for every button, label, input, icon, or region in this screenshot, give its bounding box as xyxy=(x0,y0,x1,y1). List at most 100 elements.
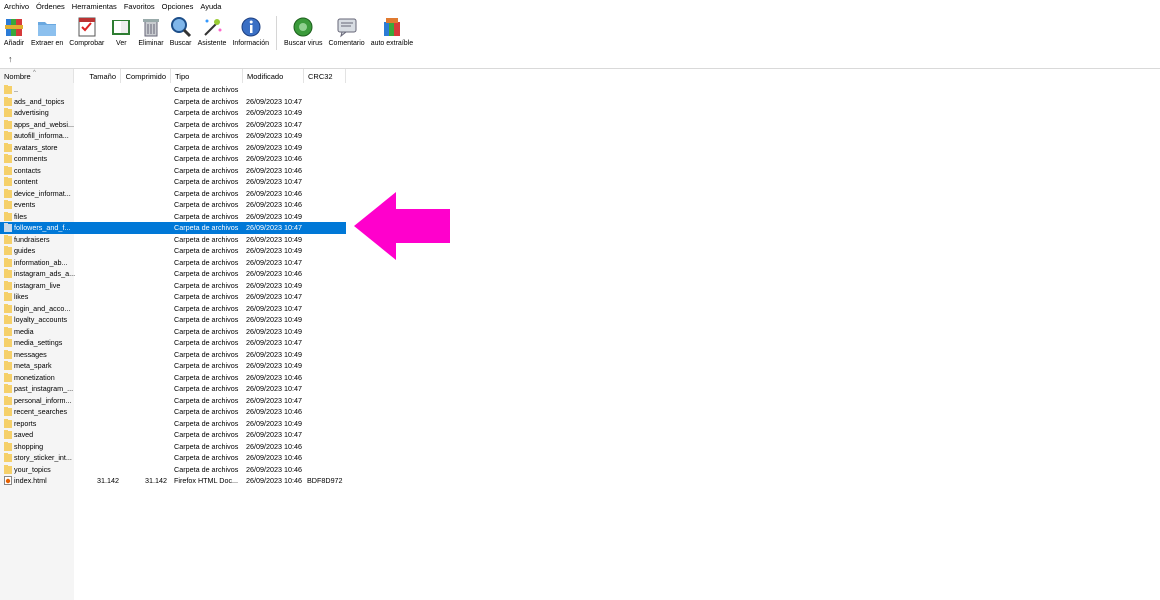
toolbar-button-sfx-archive[interactable]: auto extraíble xyxy=(368,13,416,47)
toolbar-button-extract-folder[interactable]: Extraer en xyxy=(28,13,66,47)
cell-type: Carpeta de archivos xyxy=(174,177,239,186)
table-row[interactable]: avatars_store Carpeta de archivos 26/09/20… xyxy=(0,142,346,154)
cell-modified: 26/09/2023 10:49 xyxy=(246,131,302,140)
cell-crc xyxy=(307,107,345,119)
view-book-icon xyxy=(112,20,131,35)
toolbar-button-view-book[interactable]: Ver xyxy=(107,13,135,47)
table-row[interactable]: shopping Carpeta de archivos 26/09/2023 10… xyxy=(0,441,346,453)
cell-modified: 26/09/2023 10:49 xyxy=(246,246,302,255)
table-row[interactable]: content Carpeta de archivos 26/09/2023 10:… xyxy=(0,176,346,188)
toolbar-button-info[interactable]: Información xyxy=(229,13,272,47)
column-header-size[interactable]: Tamaño xyxy=(74,69,121,83)
table-row[interactable]: fundraisers Carpeta de archivos 26/09/2023… xyxy=(0,234,346,246)
table-row[interactable]: files Carpeta de archivos 26/09/2023 10:49 xyxy=(0,211,346,223)
toolbar-button-label: auto extraíble xyxy=(370,40,414,47)
column-header-crc[interactable]: CRC32 xyxy=(304,69,346,83)
table-row[interactable]: monetization Carpeta de archivos 26/09/202… xyxy=(0,372,346,384)
folder-icon xyxy=(4,177,12,186)
cell-crc xyxy=(307,452,345,464)
folder-icon xyxy=(4,372,12,382)
menu-bar: Archivo Órdenes Herramientas Favoritos Opcio… xyxy=(0,0,1160,13)
column-header-modified[interactable]: Modificado xyxy=(243,69,304,83)
cell-packed xyxy=(121,84,167,96)
toolbar-button-trash[interactable]: Eliminar xyxy=(135,13,166,47)
cell-packed xyxy=(121,280,167,292)
cell-size xyxy=(74,441,119,453)
cell-packed xyxy=(121,257,167,269)
table-row[interactable]: index.html 31.142 31.142 Firefox HTML Doc..… xyxy=(0,475,346,487)
cell-type: Carpeta de archivos xyxy=(174,430,239,439)
table-row[interactable]: media Carpeta de archivos 26/09/2023 10:49 xyxy=(0,326,346,338)
menu-item-herramientas[interactable]: Herramientas xyxy=(68,2,120,11)
cell-name: comments xyxy=(14,154,48,163)
cell-size: 31.142 xyxy=(97,476,119,485)
table-row[interactable]: advertising Carpeta de archivos 26/09/2023… xyxy=(0,107,346,119)
cell-packed xyxy=(121,326,167,338)
table-row[interactable]: ads_and_topics Carpeta de archivos 26/09/2… xyxy=(0,96,346,108)
table-row[interactable]: meta_spark Carpeta de archivos 26/09/2023 … xyxy=(0,360,346,372)
table-row[interactable]: recent_searches Carpeta de archivos 26/09/… xyxy=(0,406,346,418)
cell-modified: 26/09/2023 10:46 xyxy=(246,441,302,451)
cell-modified: 26/09/2023 10:49 xyxy=(246,108,302,117)
toolbar-separator xyxy=(275,16,277,50)
menu-item-archivo[interactable]: Archivo xyxy=(0,2,32,11)
cell-size xyxy=(74,303,119,315)
cell-type: Carpeta de archivos xyxy=(174,303,239,313)
cell-modified: 26/09/2023 10:47 xyxy=(246,96,302,106)
column-header-name[interactable]: Nombre ^ xyxy=(0,69,74,83)
table-row[interactable]: media_settings Carpeta de archivos 26/09/2… xyxy=(0,337,346,349)
toolbar-button-add-archive[interactable]: Añadir xyxy=(0,13,28,47)
table-row[interactable]: contacts Carpeta de archivos 26/09/2023 10… xyxy=(0,165,346,177)
table-row[interactable]: reports Carpeta de archivos 26/09/2023 10:… xyxy=(0,418,346,430)
toolbar-button-magnifier[interactable]: Buscar xyxy=(167,13,195,47)
table-row[interactable]: your_topics Carpeta de archivos 26/09/2023… xyxy=(0,464,346,476)
table-row[interactable]: autofill_informa... Carpeta de archivos 26… xyxy=(0,130,346,142)
cell-crc xyxy=(307,418,345,430)
column-header-packed[interactable]: Comprimido xyxy=(121,69,171,83)
cell-name: followers_and_f... xyxy=(14,223,71,232)
toolbar-button-wizard-wand[interactable]: Asistente xyxy=(195,13,230,47)
cell-modified: 26/09/2023 10:49 xyxy=(246,418,302,428)
table-row[interactable]: device_informat... Carpeta de archivos 26/… xyxy=(0,188,346,200)
table-row[interactable]: information_ab... Carpeta de archivos 26/0… xyxy=(0,257,346,269)
cell-name: instagram_live xyxy=(14,280,61,290)
toolbar-button-test-archive[interactable]: Comprobar xyxy=(66,13,107,47)
cell-name: media_settings xyxy=(14,338,63,347)
cell-crc xyxy=(307,176,345,188)
cell-crc xyxy=(307,211,345,223)
table-row[interactable]: saved Carpeta de archivos 26/09/2023 10:47 xyxy=(0,429,346,441)
table-row[interactable]: past_instagram_... Carpeta de archivos 26/… xyxy=(0,383,346,395)
table-row[interactable]: story_sticker_int... Carpeta de archivos 2… xyxy=(0,452,346,464)
cell-packed: 31.142 xyxy=(145,476,167,485)
cell-name: your_topics xyxy=(14,464,51,474)
table-row[interactable]: messages Carpeta de archivos 26/09/2023 10… xyxy=(0,349,346,361)
table-row[interactable]: likes Carpeta de archivos 26/09/2023 10:47 xyxy=(0,291,346,303)
cell-size xyxy=(74,395,119,407)
menu-item-favoritos[interactable]: Favoritos xyxy=(120,2,158,11)
toolbar-button-comment[interactable]: Comentario xyxy=(326,13,368,47)
wizard-wand-icon xyxy=(204,19,222,36)
table-row[interactable]: instagram_live Carpeta de archivos 26/09/2… xyxy=(0,280,346,292)
table-row[interactable]: personal_inform... Carpeta de archivos 26/… xyxy=(0,395,346,407)
toolbar-button-virus-scan[interactable]: Buscar virus xyxy=(281,13,326,47)
folder-icon xyxy=(4,142,12,152)
cell-size xyxy=(74,84,119,96)
table-row[interactable]: guides Carpeta de archivos 26/09/2023 10:4… xyxy=(0,245,346,257)
up-folder-icon[interactable]: ↑ xyxy=(8,54,13,64)
menu-item-opciones[interactable]: Opciones xyxy=(158,2,197,11)
table-row[interactable]: .. Carpeta de archivos xyxy=(0,84,346,96)
menu-item-ordenes[interactable]: Órdenes xyxy=(32,2,68,11)
table-row[interactable]: events Carpeta de archivos 26/09/2023 10:4… xyxy=(0,199,346,211)
table-row[interactable]: comments Carpeta de archivos 26/09/2023 10… xyxy=(0,153,346,165)
table-row[interactable]: instagram_ads_a... Carpeta de archivos 26/… xyxy=(0,268,346,280)
table-row[interactable]: login_and_acco... Carpeta de archivos 26/0… xyxy=(0,303,346,315)
table-row-selected[interactable]: followers_and_f... Carpeta de archivos 26/… xyxy=(0,222,346,234)
cell-type: Firefox HTML Doc... xyxy=(174,476,239,485)
column-header-type[interactable]: Tipo xyxy=(171,69,243,83)
table-row[interactable]: loyalty_accounts Carpeta de archivos 26/09… xyxy=(0,314,346,326)
cell-name: apps_and_websi... xyxy=(14,119,74,129)
cell-size xyxy=(74,291,119,303)
file-list[interactable]: Nombre ^ Tamaño Comprimido Tipo Modifica… xyxy=(0,69,1160,600)
table-row[interactable]: apps_and_websi... Carpeta de archivos 26/0… xyxy=(0,119,346,131)
menu-item-ayuda[interactable]: Ayuda xyxy=(196,2,224,11)
